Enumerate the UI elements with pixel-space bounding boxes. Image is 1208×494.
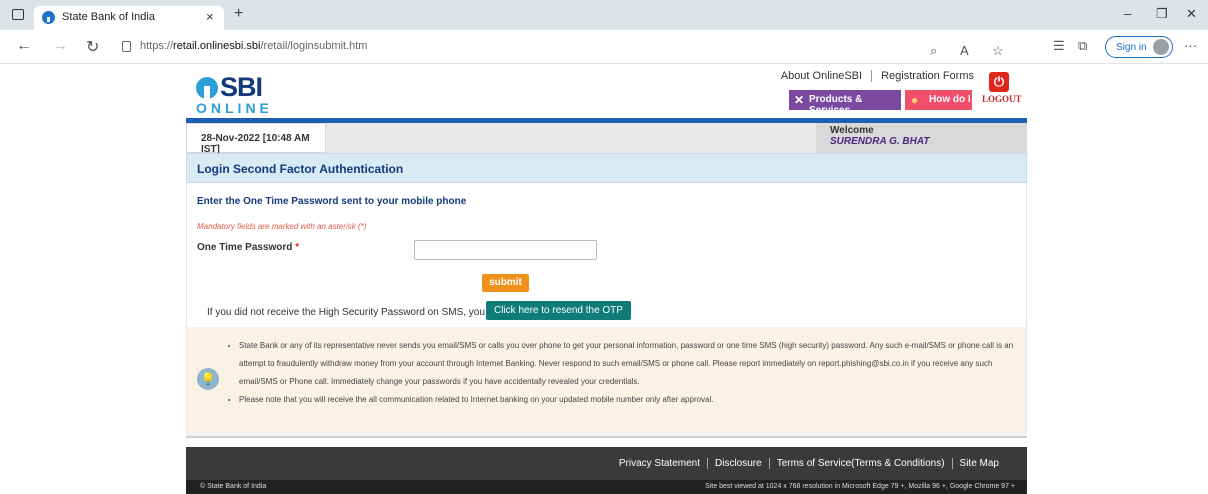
logo-subtext: ONLINE (196, 100, 273, 116)
otp-form: Enter the One Time Password sent to your… (186, 183, 1027, 327)
avatar (1153, 39, 1169, 55)
lightbulb-icon: 💡 (197, 368, 219, 390)
favorite-icon[interactable]: ☆ (992, 43, 1004, 59)
forward-icon[interactable]: → (52, 37, 68, 55)
minimize-icon[interactable]: – (1124, 6, 1131, 21)
products-services-button[interactable]: ✕ Products & Services (789, 90, 901, 116)
resend-otp-button[interactable]: Click here to resend the OTP (486, 301, 631, 320)
notice-item: State Bank or any of its representative … (239, 337, 1019, 391)
how-do-i-button[interactable]: ● How do I (905, 90, 972, 110)
url-text[interactable]: https://retail.onlinesbi.sbi/retail/logi… (140, 40, 367, 52)
sbi-logo[interactable]: SBI ONLINE (196, 72, 296, 117)
footer-bottom: © State Bank of India Site best viewed a… (186, 480, 1027, 494)
back-icon[interactable]: ← (16, 37, 32, 55)
content-bottom-edge (186, 432, 1027, 438)
welcome-label: Welcome (830, 125, 874, 136)
submit-button[interactable]: submit (482, 274, 529, 292)
disclosure-link[interactable]: Disclosure (708, 458, 769, 469)
sbi-page: SBI ONLINE About OnlineSBI Registration F… (186, 64, 1027, 494)
collections-icon[interactable]: ⧉ (1078, 38, 1087, 54)
sbi-favicon-icon (42, 11, 55, 24)
products-label: Products & Services (809, 94, 863, 116)
tab-close-icon[interactable]: × (206, 9, 214, 24)
lock-icon[interactable] (122, 41, 131, 52)
browser-titlebar: State Bank of India × + – ❐ ✕ (0, 0, 1208, 30)
browser-toolbar: ← → ↻ https://retail.onlinesbi.sbi/retai… (0, 30, 1208, 64)
otp-label: One Time Password * (197, 242, 300, 253)
best-view-note: Site best viewed at 1024 x 768 resolutio… (705, 483, 1015, 490)
refresh-icon[interactable]: ↻ (86, 37, 99, 57)
welcome-box: Welcome SURENDRA G. BHAT (816, 123, 1027, 153)
notice-list: State Bank or any of its representative … (239, 337, 1019, 409)
page-title: Login Second Factor Authentication (186, 153, 1027, 183)
sign-in-label: Sign in (1116, 42, 1147, 53)
new-tab-icon[interactable]: + (234, 5, 243, 23)
address-bar[interactable]: https://retail.onlinesbi.sbi/retail/logi… (112, 35, 1030, 59)
power-icon: ⏻ (989, 72, 1009, 92)
security-notice: 💡 State Bank or any of its representativ… (186, 327, 1027, 432)
help-person-icon: ● (911, 93, 919, 107)
read-aloud-icon[interactable]: A (960, 43, 969, 58)
copyright: © State Bank of India (200, 483, 267, 490)
footer: Privacy Statement Disclosure Terms of Serv… (186, 447, 1027, 494)
logout-label: LOGOUT (982, 94, 1022, 104)
close-window-icon[interactable]: ✕ (1186, 6, 1197, 22)
logo-text: SBI (220, 72, 263, 102)
maximize-icon[interactable]: ❐ (1156, 6, 1168, 22)
tools-icon: ✕ (794, 93, 805, 107)
notice-item: Please note that you will receive the al… (239, 391, 1019, 409)
sitemap-link[interactable]: Site Map (953, 458, 1006, 469)
footer-links: Privacy Statement Disclosure Terms of Serv… (612, 458, 1006, 469)
sbi-logo-icon (196, 77, 218, 99)
top-links: About OnlineSBI Registration Forms (774, 70, 981, 82)
registration-link[interactable]: Registration Forms (874, 70, 981, 82)
about-link[interactable]: About OnlineSBI (774, 70, 869, 82)
resend-text: If you did not receive the High Security… (207, 307, 504, 318)
date-time: 28-Nov-2022 [10:48 AM IST] (186, 123, 326, 155)
otp-input[interactable] (414, 240, 597, 260)
info-bar: 28-Nov-2022 [10:48 AM IST] Welcome SUREN… (186, 123, 1027, 155)
tab-actions-icon[interactable] (12, 9, 24, 20)
privacy-link[interactable]: Privacy Statement (612, 458, 707, 469)
favorites-list-icon[interactable]: ☰ (1053, 38, 1065, 54)
tab-title: State Bank of India (62, 11, 155, 23)
otp-instruction: Enter the One Time Password sent to your… (197, 196, 467, 207)
mandatory-note: Mandatory fields are marked with an aste… (197, 222, 367, 231)
user-name: SURENDRA G. BHAT (830, 136, 930, 147)
browser-tab[interactable]: State Bank of India × (34, 6, 224, 30)
howdo-label: How do I (929, 94, 971, 105)
more-icon[interactable]: ··· (1184, 38, 1197, 53)
terms-link[interactable]: Terms of Service(Terms & Conditions) (770, 458, 952, 469)
search-icon[interactable]: ⌕ (930, 43, 937, 59)
sign-in-button[interactable]: Sign in (1105, 36, 1173, 58)
logout-button[interactable]: ⏻ LOGOUT (982, 72, 1022, 112)
